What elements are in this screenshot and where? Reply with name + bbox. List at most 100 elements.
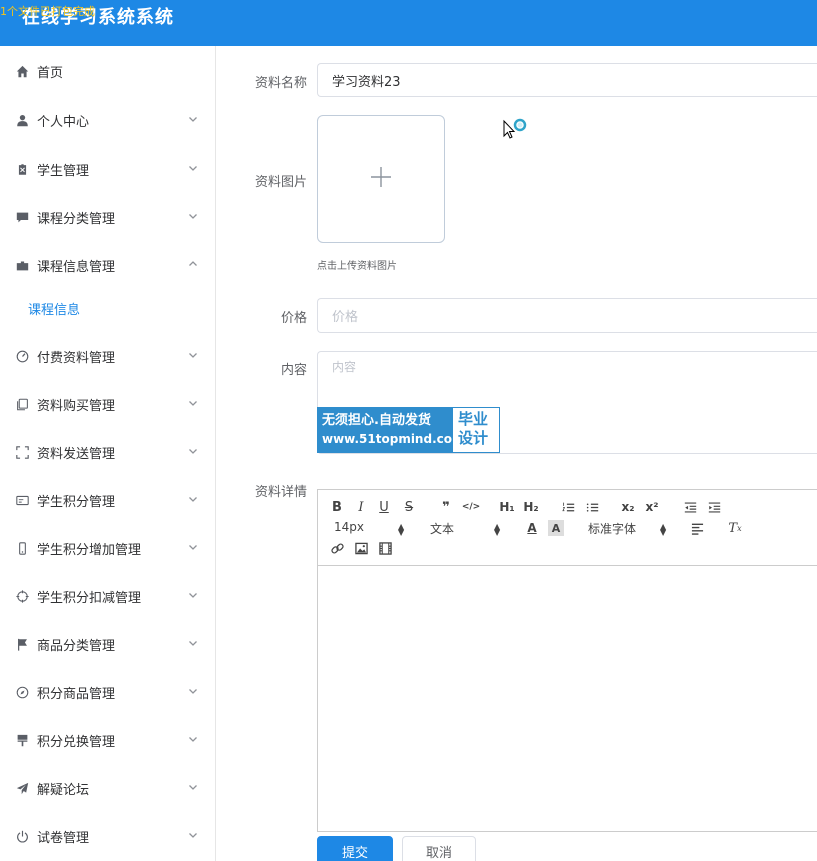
home-icon — [15, 64, 29, 78]
font-family-picker[interactable]: 标准字体 ▲ ▼ — [588, 520, 668, 537]
fullscreen-icon — [15, 445, 29, 459]
brush-icon — [15, 733, 29, 747]
header1-icon[interactable]: H₁ — [498, 500, 516, 514]
font-family-value: 标准字体 — [588, 522, 637, 536]
compass-icon — [15, 685, 29, 699]
target-icon — [15, 589, 29, 603]
sidebar-item-student-points[interactable]: 学生积分管理 — [0, 480, 215, 520]
watermark-right2: 设计 — [458, 429, 489, 447]
sidebar-item-points-deduction[interactable]: 学生积分扣减管理 — [0, 576, 215, 616]
sidebar-item-label: 学生积分扣减管理 — [37, 590, 142, 606]
upload-tip: 点击上传资料图片 — [317, 261, 397, 272]
chevron-down-icon — [188, 210, 198, 220]
folder-icon — [15, 258, 29, 272]
align-icon[interactable] — [690, 521, 704, 535]
subscript-icon[interactable]: x₂ — [620, 500, 636, 514]
clipboard-icon — [15, 162, 29, 176]
content-placeholder: 内容 — [332, 360, 357, 374]
card-icon — [15, 493, 29, 507]
blockquote-icon[interactable]: ❞ — [438, 500, 454, 515]
sidebar-item-label: 资料购买管理 — [37, 398, 116, 414]
sidebar-item-personal-center[interactable]: 个人中心 — [0, 100, 215, 140]
chevron-down-icon — [188, 113, 198, 123]
sidebar-item-label: 首页 — [37, 65, 64, 81]
chat-icon — [15, 210, 29, 224]
content-label: 内容 — [280, 363, 307, 378]
header-picker[interactable]: 文本 ▲ ▼ — [430, 520, 505, 537]
underline-icon[interactable]: U — [377, 500, 391, 515]
sidebar-item-paid-materials[interactable]: 付费资料管理 — [0, 336, 215, 376]
watermark-line1: 无须担心.自动发货 — [322, 413, 431, 428]
power-icon — [15, 829, 29, 843]
font-size-picker[interactable]: 14px ▲ ▼ — [334, 520, 405, 537]
sidebar-item-label: 积分商品管理 — [37, 686, 116, 702]
chevron-down-icon — [188, 397, 198, 407]
detail-label: 资料详情 — [254, 485, 307, 500]
material-name-label: 资料名称 — [254, 76, 307, 91]
material-name-input[interactable]: 学习资料23 — [317, 63, 817, 97]
price-label: 价格 — [280, 311, 307, 326]
sidebar-item-label: 学生积分增加管理 — [37, 542, 142, 558]
sidebar-subitem-course-info[interactable]: 课程信息 — [0, 288, 215, 328]
sidebar-item-label: 付费资料管理 — [37, 350, 116, 366]
cancel-button-label: 取消 — [425, 845, 452, 861]
chevron-down-icon — [188, 445, 198, 455]
dashboard-icon — [15, 349, 29, 363]
picker-arrows-icon: ▼ — [398, 528, 405, 537]
rich-text-editor: B I U S ❞ </> H₁ H₂ x₂ x² 14px ▲ ▼ 文本 ▲ ▼ A … — [317, 489, 817, 832]
sidebar-item-student-management[interactable]: 学生管理 — [0, 149, 215, 189]
sidebar-item-label: 课程分类管理 — [37, 211, 116, 227]
sidebar-item-home[interactable]: 首页 — [0, 51, 215, 91]
sidebar-item-forum[interactable]: 解疑论坛 — [0, 768, 215, 808]
sidebar-item-material-delivery[interactable]: 资料发送管理 — [0, 432, 215, 472]
watermark-badge: 无须担心.自动发货 www.51topmind.com 毕业 设计 — [317, 407, 500, 453]
chevron-down-icon — [188, 781, 198, 791]
italic-icon[interactable]: I — [354, 500, 368, 515]
sidebar-item-points-goods[interactable]: 积分商品管理 — [0, 672, 215, 712]
header2-icon[interactable]: H₂ — [522, 500, 540, 514]
sidebar-item-label: 商品分类管理 — [37, 638, 116, 654]
bold-icon[interactable]: B — [330, 500, 344, 515]
chevron-down-icon — [188, 349, 198, 359]
font-size-value: 14px — [334, 520, 364, 534]
sidebar-item-points-increase[interactable]: 学生积分增加管理 — [0, 528, 215, 568]
material-name-value: 学习资料23 — [332, 74, 401, 90]
sidebar-item-points-exchange[interactable]: 积分兑换管理 — [0, 720, 215, 760]
overlay-notification-text: 1个文件已打包完成 — [0, 5, 95, 18]
strikethrough-icon[interactable]: S — [402, 500, 416, 515]
bullet-list-icon[interactable] — [584, 500, 600, 514]
background-color-icon[interactable]: A — [548, 520, 564, 536]
outdent-icon[interactable] — [682, 500, 698, 514]
chevron-down-icon — [188, 162, 198, 172]
sidebar-item-goods-category[interactable]: 商品分类管理 — [0, 624, 215, 664]
price-input[interactable]: 价格 — [317, 298, 817, 333]
code-icon[interactable]: </> — [462, 500, 480, 514]
chevron-down-icon — [188, 637, 198, 647]
copy-icon — [15, 397, 29, 411]
sidebar-item-course-info[interactable]: 课程信息管理 — [0, 245, 215, 285]
watermark-right1: 毕业 — [458, 410, 489, 428]
chevron-down-icon — [188, 733, 198, 743]
mobile-icon — [15, 541, 29, 555]
link-icon[interactable] — [330, 541, 344, 555]
text-color-icon[interactable]: A — [524, 520, 540, 536]
ordered-list-icon[interactable] — [560, 500, 576, 514]
submit-button-label: 提交 — [341, 845, 368, 861]
editor-content-area[interactable] — [318, 567, 817, 831]
submit-button[interactable]: 提交 — [317, 836, 393, 861]
sidebar-item-course-category[interactable]: 课程分类管理 — [0, 197, 215, 237]
clear-format-icon[interactable]: Tx — [728, 521, 742, 536]
cancel-button[interactable]: 取消 — [402, 836, 476, 861]
sidebar-subitem-label: 课程信息 — [28, 302, 81, 318]
indent-icon[interactable] — [706, 500, 722, 514]
video-icon[interactable] — [378, 541, 392, 555]
chevron-down-icon — [188, 493, 198, 503]
plus-icon — [370, 166, 392, 192]
sidebar-item-material-purchase[interactable]: 资料购买管理 — [0, 384, 215, 424]
sidebar-item-label: 学生管理 — [37, 163, 90, 179]
watermark-line2: www.51topmind.com — [322, 432, 465, 446]
superscript-icon[interactable]: x² — [644, 500, 660, 514]
image-icon[interactable] — [354, 541, 368, 555]
sidebar-item-exam-paper[interactable]: 试卷管理 — [0, 816, 215, 856]
image-upload-button[interactable] — [317, 115, 445, 243]
